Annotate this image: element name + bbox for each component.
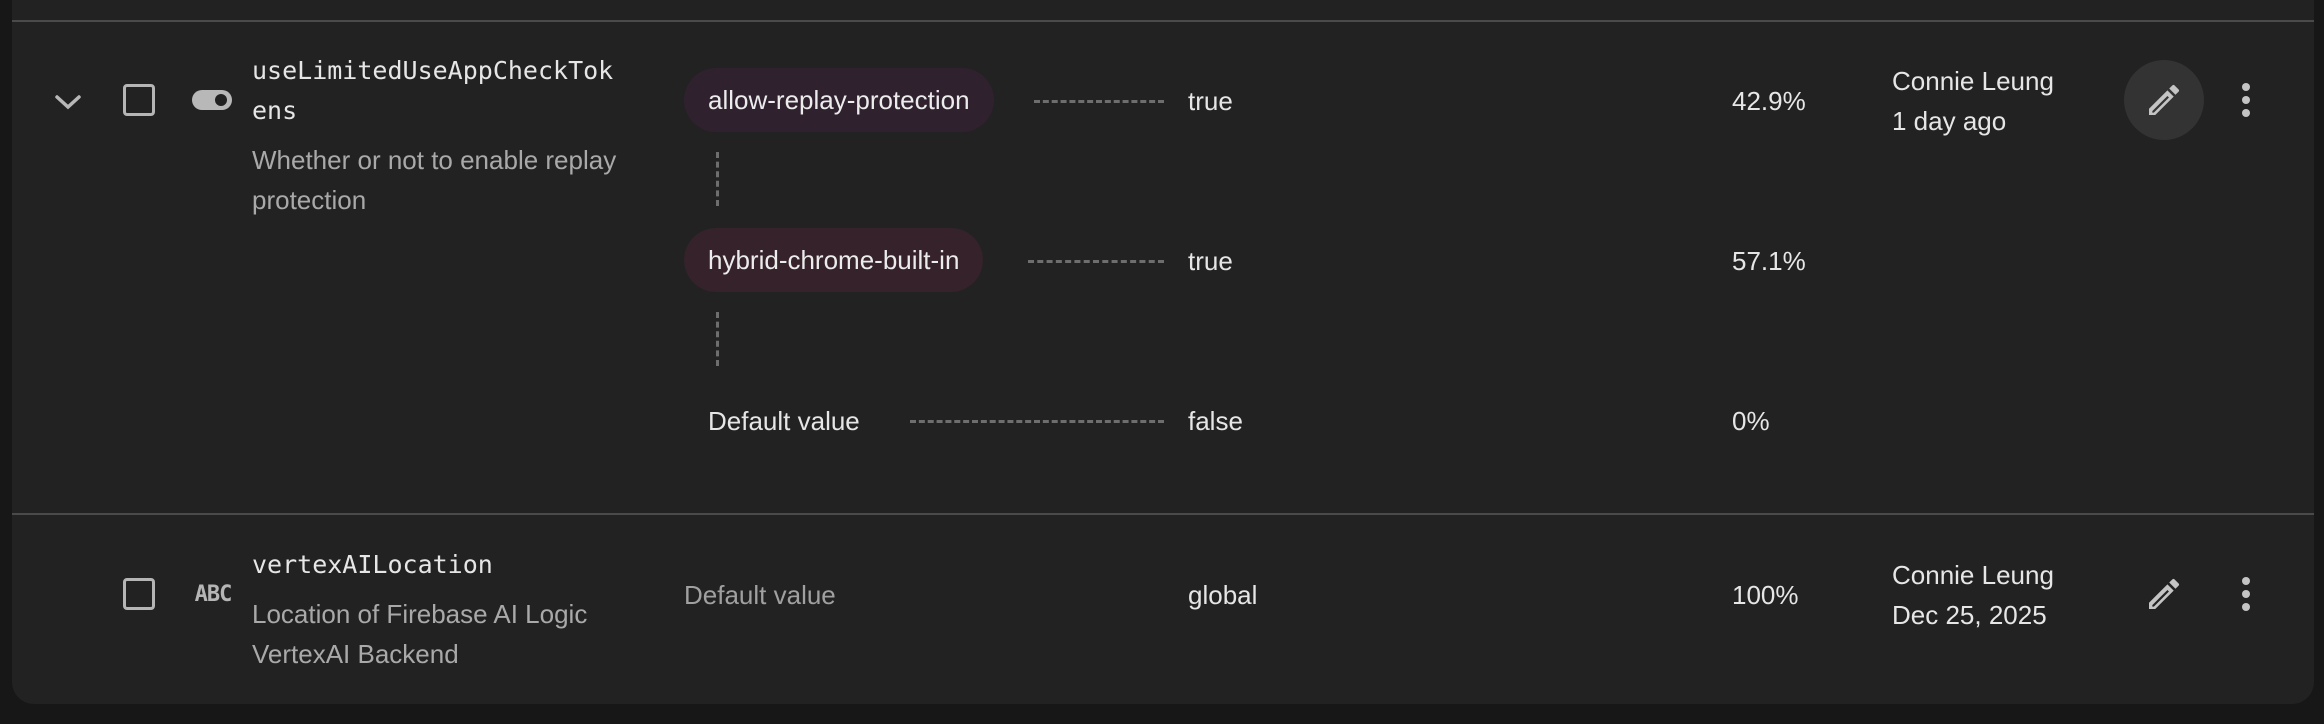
condition-value: true [1188, 246, 1233, 276]
row-checkbox[interactable] [123, 84, 155, 116]
more-vertical-icon[interactable] [2226, 76, 2266, 124]
parameter-description-line2: protection [252, 185, 367, 215]
condition-value: true [1188, 86, 1233, 116]
pencil-icon[interactable] [2124, 554, 2204, 634]
default-value: global [1188, 580, 1258, 610]
parameter-description-line1: Whether or not to enable replay [252, 145, 617, 175]
pencil-icon[interactable] [2124, 60, 2204, 140]
connector-line-vertical [716, 152, 719, 206]
row-checkbox[interactable] [123, 578, 155, 610]
updated-by: Connie Leung [1892, 66, 2054, 96]
abc-icon: ABC [194, 581, 233, 607]
row-divider-top [12, 20, 2314, 22]
connector-line [1034, 100, 1164, 103]
default-percent: 0% [1732, 406, 1770, 436]
row-divider [12, 513, 2314, 515]
default-value-label: Default value [708, 406, 860, 436]
connector-line-vertical [716, 312, 719, 366]
updated-by: Connie Leung [1892, 560, 2054, 590]
updated-when: 1 day ago [1892, 106, 2007, 136]
parameter-name[interactable]: vertexAILocation [252, 550, 493, 579]
parameter-name-continued: ens [252, 96, 298, 125]
parameter-name[interactable]: useLimitedUseAppCheckTok [252, 56, 613, 85]
connector-line [1028, 260, 1164, 263]
condition-percent: 42.9% [1732, 86, 1806, 116]
connector-line [910, 420, 1164, 423]
default-value-label: Default value [684, 580, 836, 610]
condition-percent: 57.1% [1732, 246, 1806, 276]
default-percent: 100% [1732, 580, 1799, 610]
updated-when: Dec 25, 2025 [1892, 600, 2047, 630]
parameter-description-line2: VertexAI Backend [252, 639, 459, 669]
chevron-down-icon[interactable] [48, 82, 88, 122]
condition-chip-allow-replay-protection[interactable]: allow-replay-protection [684, 68, 994, 132]
condition-chip-hybrid-chrome-built-in[interactable]: hybrid-chrome-built-in [684, 228, 984, 292]
default-value: false [1188, 406, 1243, 436]
more-vertical-icon[interactable] [2226, 570, 2266, 618]
parameter-description-line1: Location of Firebase AI Logic [252, 599, 588, 629]
toggle-icon [190, 86, 234, 114]
